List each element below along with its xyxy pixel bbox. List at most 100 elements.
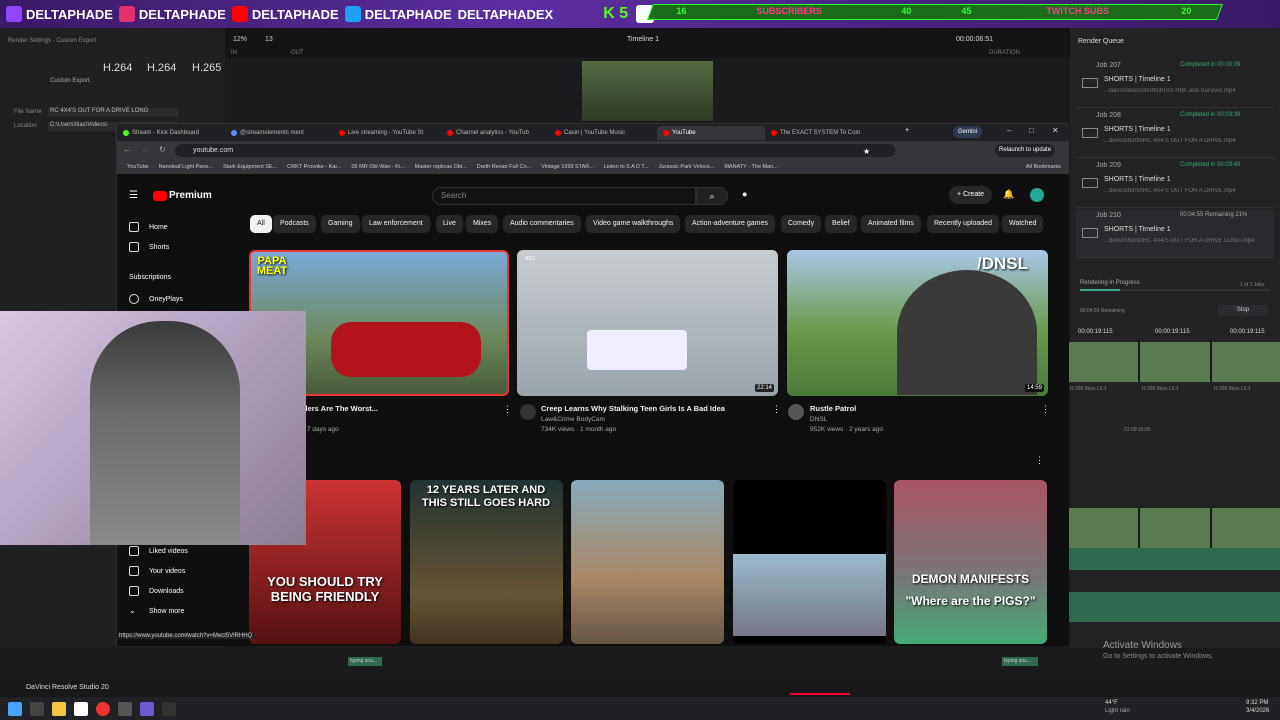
deliver-page-tab[interactable] <box>790 682 850 695</box>
browser-tab-active[interactable]: YouTube <box>657 125 765 140</box>
create-button[interactable]: + Create <box>949 186 993 204</box>
timeline-video-track[interactable] <box>1068 508 1280 548</box>
file-name-input[interactable]: RC 4X4'S OUT FOR A DRIVE LONG <box>48 108 178 117</box>
relaunch-button[interactable]: Relaunch to update <box>995 144 1056 157</box>
new-tab-button[interactable]: + <box>905 127 909 134</box>
chip[interactable]: Animated films <box>861 215 921 233</box>
timeline-name[interactable]: Timeline 1 <box>627 36 659 43</box>
render-job[interactable]: Job 208 Completed in 00:03:39 SHORTS | Tim… <box>1076 110 1274 158</box>
audio-clip[interactable]: typing sou... <box>1002 657 1038 666</box>
zoom-level[interactable]: 12% <box>233 36 247 43</box>
sidebar-item-home[interactable]: Home <box>129 222 168 232</box>
chrome-icon[interactable] <box>96 701 110 716</box>
shorts-thumbnail[interactable]: DEMON MANIFESTS "Where are the PIGS?" <box>894 480 1047 644</box>
sidebar-item-subscriptions[interactable]: Subscriptions <box>129 274 171 281</box>
bookmark-item[interactable]: Nanoleaf Light Pane... <box>159 164 213 170</box>
chip[interactable]: Comedy <box>781 215 822 233</box>
browser-tab[interactable]: The EXACT SYSTEM To Colo <box>765 126 873 140</box>
gemini-button[interactable]: Gemini <box>953 126 983 138</box>
notepad-icon[interactable] <box>74 701 88 716</box>
search-icon[interactable] <box>30 701 44 716</box>
sidebar-item-oneyplays[interactable]: OneyPlays <box>129 294 183 304</box>
shorts-thumbnail[interactable] <box>733 480 886 644</box>
chip[interactable]: Action-adventure games <box>685 215 775 233</box>
close-icon[interactable]: ✕ <box>1052 126 1059 135</box>
video-channel[interactable]: Law&Crime BodyCam <box>541 416 605 423</box>
youtube-logo-icon[interactable] <box>153 191 167 201</box>
more-options-icon[interactable]: ⋮ <box>1035 455 1044 466</box>
search-button[interactable]: ⌕ <box>696 187 728 205</box>
resolve-icon[interactable] <box>118 701 132 716</box>
chip[interactable]: Law enforcement <box>362 215 430 233</box>
chip[interactable]: Belief <box>825 215 857 233</box>
start-icon[interactable] <box>8 701 22 716</box>
back-icon[interactable]: ← <box>123 145 131 154</box>
chip[interactable]: Live <box>436 215 463 233</box>
chip[interactable]: Podcasts <box>273 215 316 233</box>
bookmark-star-icon[interactable]: ★ <box>863 147 870 156</box>
bookmark-item[interactable]: Listen to S A D T... <box>604 164 649 170</box>
custom-export-label[interactable]: Custom Export <box>50 78 90 84</box>
bookmark-item[interactable]: MANATY - The Man... <box>724 164 778 170</box>
more-options-icon[interactable]: ⋮ <box>1041 404 1050 415</box>
video-title[interactable]: Creep Learns Why Stalking Teen Girls Is … <box>541 404 725 413</box>
channel-avatar[interactable] <box>520 404 536 420</box>
reload-icon[interactable]: ↻ <box>159 145 166 154</box>
bookmark-item[interactable]: Darth Revan Full Co... <box>477 164 531 170</box>
sidebar-item-your-videos[interactable]: Your videos <box>129 566 185 576</box>
bookmark-item[interactable]: Stark Equipment SE... <box>223 164 277 170</box>
minimize-icon[interactable]: – <box>1007 126 1011 135</box>
sidebar-item-liked[interactable]: Liked videos <box>129 546 188 556</box>
video-title[interactable]: ders Are The Worst... <box>303 404 378 413</box>
chip[interactable]: Mixes <box>466 215 499 233</box>
codec-preset-1[interactable]: H.264 <box>103 62 132 74</box>
timeline-audio-track-2[interactable] <box>1068 592 1280 622</box>
obs-icon[interactable] <box>162 701 176 716</box>
youtube-premium-logo[interactable]: Premium <box>169 190 212 201</box>
shorts-thumbnail[interactable] <box>571 480 724 644</box>
chip[interactable]: Gaming <box>321 215 360 233</box>
notifications-icon[interactable]: 🔔 <box>1003 189 1014 200</box>
forward-icon[interactable]: → <box>141 145 149 154</box>
timeline-audio-track-1[interactable] <box>1068 548 1280 570</box>
chip[interactable]: Recently uploaded <box>927 215 999 233</box>
render-job[interactable]: Job 207 Completed in 00:00:09 SHORTS | Tim… <box>1076 60 1274 108</box>
browser-tab[interactable]: @streamelements ment <box>225 126 333 140</box>
render-job-active[interactable]: Job 210 00:04:55 Remaining 21% SHORTS | Ti… <box>1076 210 1274 258</box>
more-options-icon[interactable]: ⋮ <box>772 404 781 415</box>
url-input[interactable]: youtube.com <box>175 144 895 157</box>
sidebar-item-show-more[interactable]: ⌄ Show more <box>129 606 184 616</box>
chip[interactable]: All <box>250 215 272 233</box>
file-explorer-icon[interactable] <box>52 701 66 716</box>
bookmark-item[interactable]: Jurassic Park Veloce... <box>659 164 715 170</box>
all-bookmarks[interactable]: All Bookmarks <box>1026 164 1061 170</box>
voice-search-icon[interactable]: ● <box>742 189 747 199</box>
codec-preset-2[interactable]: H.264 <box>147 62 176 74</box>
more-options-icon[interactable]: ⋮ <box>503 404 512 415</box>
sidebar-item-downloads[interactable]: Downloads <box>129 586 184 596</box>
browser-tab[interactable]: Channel analytics - YouTub <box>441 126 549 140</box>
video-thumbnail[interactable]: REC 22:14 <box>517 250 778 396</box>
menu-icon[interactable]: ☰ <box>129 190 138 201</box>
avatar[interactable] <box>1030 188 1044 202</box>
clock-time[interactable]: 9:32 PM <box>1246 700 1268 706</box>
codec-preset-3[interactable]: H.265 <box>192 62 221 74</box>
discord-icon[interactable] <box>140 701 154 716</box>
bookmark-item[interactable]: YouTube <box>127 164 149 170</box>
sidebar-item-shorts[interactable]: Shorts <box>129 242 169 252</box>
chip[interactable]: Watched <box>1002 215 1044 233</box>
browser-tab[interactable]: Casin | YouTube Music <box>549 126 657 140</box>
video-channel[interactable]: DNSL <box>810 416 827 423</box>
channel-avatar[interactable] <box>788 404 804 420</box>
chip[interactable]: Video game walkthroughs <box>586 215 681 233</box>
bookmark-item[interactable]: Vintage 1999 STAR... <box>541 164 594 170</box>
browser-tab[interactable]: Stream - Kick Dashboard <box>117 126 225 140</box>
stop-render-button[interactable]: Stop <box>1218 305 1268 316</box>
maximize-icon[interactable]: □ <box>1029 126 1034 135</box>
bookmark-item[interactable]: 06 MR Obi Wan - Ki... <box>351 164 404 170</box>
shorts-thumbnail[interactable]: 12 YEARS LATER AND THIS STILL GOES HARD <box>410 480 563 644</box>
video-thumbnail[interactable]: /DNSL 14:59 <box>787 250 1048 396</box>
weather-temp[interactable]: 44°F <box>1105 700 1118 706</box>
search-input[interactable]: Search <box>432 187 696 205</box>
browser-tab[interactable]: Live streaming - YouTube St <box>333 126 441 140</box>
